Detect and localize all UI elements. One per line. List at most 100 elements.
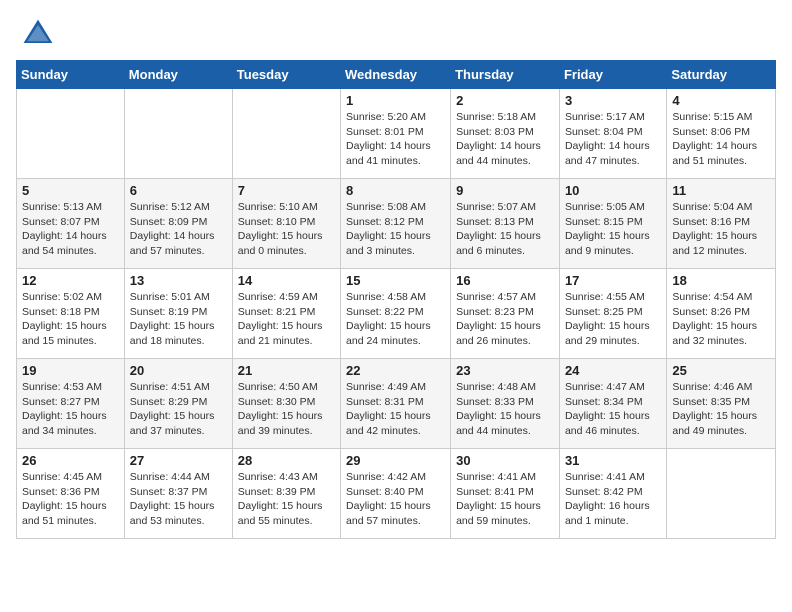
week-row-2: 12 Sunrise: 5:02 AM Sunset: 8:18 PM Dayli… bbox=[17, 269, 776, 359]
day-number: 15 bbox=[346, 273, 445, 288]
day-info: Sunrise: 4:44 AM Sunset: 8:37 PM Dayligh… bbox=[130, 470, 227, 529]
day-info: Sunrise: 4:51 AM Sunset: 8:29 PM Dayligh… bbox=[130, 380, 227, 439]
calendar-cell: 12 Sunrise: 5:02 AM Sunset: 8:18 PM Dayli… bbox=[17, 269, 125, 359]
day-number: 27 bbox=[130, 453, 227, 468]
calendar-cell: 11 Sunrise: 5:04 AM Sunset: 8:16 PM Dayli… bbox=[667, 179, 776, 269]
day-number: 24 bbox=[565, 363, 661, 378]
day-info: Sunrise: 5:04 AM Sunset: 8:16 PM Dayligh… bbox=[672, 200, 770, 259]
calendar-cell bbox=[667, 449, 776, 539]
calendar-cell: 21 Sunrise: 4:50 AM Sunset: 8:30 PM Dayli… bbox=[232, 359, 340, 449]
header-day-tuesday: Tuesday bbox=[232, 61, 340, 89]
calendar-cell: 29 Sunrise: 4:42 AM Sunset: 8:40 PM Dayli… bbox=[341, 449, 451, 539]
day-number: 14 bbox=[238, 273, 335, 288]
day-info: Sunrise: 4:53 AM Sunset: 8:27 PM Dayligh… bbox=[22, 380, 119, 439]
day-info: Sunrise: 5:17 AM Sunset: 8:04 PM Dayligh… bbox=[565, 110, 661, 169]
calendar-cell: 8 Sunrise: 5:08 AM Sunset: 8:12 PM Daylig… bbox=[341, 179, 451, 269]
calendar-cell: 9 Sunrise: 5:07 AM Sunset: 8:13 PM Daylig… bbox=[451, 179, 560, 269]
calendar-cell bbox=[232, 89, 340, 179]
calendar-cell: 5 Sunrise: 5:13 AM Sunset: 8:07 PM Daylig… bbox=[17, 179, 125, 269]
day-info: Sunrise: 4:59 AM Sunset: 8:21 PM Dayligh… bbox=[238, 290, 335, 349]
day-number: 23 bbox=[456, 363, 554, 378]
calendar-cell: 25 Sunrise: 4:46 AM Sunset: 8:35 PM Dayli… bbox=[667, 359, 776, 449]
calendar-cell: 22 Sunrise: 4:49 AM Sunset: 8:31 PM Dayli… bbox=[341, 359, 451, 449]
calendar-cell: 24Sunrise: 4:47 AM Sunset: 8:34 PM Dayli… bbox=[559, 359, 666, 449]
day-info: Sunrise: 5:07 AM Sunset: 8:13 PM Dayligh… bbox=[456, 200, 554, 259]
calendar-cell: 10Sunrise: 5:05 AM Sunset: 8:15 PM Dayli… bbox=[559, 179, 666, 269]
day-info: Sunrise: 5:20 AM Sunset: 8:01 PM Dayligh… bbox=[346, 110, 445, 169]
day-number: 9 bbox=[456, 183, 554, 198]
calendar-cell: 13 Sunrise: 5:01 AM Sunset: 8:19 PM Dayli… bbox=[124, 269, 232, 359]
day-number: 4 bbox=[672, 93, 770, 108]
day-number: 3 bbox=[565, 93, 661, 108]
day-info: Sunrise: 5:13 AM Sunset: 8:07 PM Dayligh… bbox=[22, 200, 119, 259]
day-number: 19 bbox=[22, 363, 119, 378]
day-number: 8 bbox=[346, 183, 445, 198]
day-number: 20 bbox=[130, 363, 227, 378]
page-header bbox=[16, 16, 776, 52]
calendar-cell: 7 Sunrise: 5:10 AM Sunset: 8:10 PM Daylig… bbox=[232, 179, 340, 269]
day-number: 13 bbox=[130, 273, 227, 288]
calendar-cell: 30Sunrise: 4:41 AM Sunset: 8:41 PM Dayli… bbox=[451, 449, 560, 539]
day-info: Sunrise: 4:50 AM Sunset: 8:30 PM Dayligh… bbox=[238, 380, 335, 439]
day-number: 10 bbox=[565, 183, 661, 198]
calendar-cell: 6 Sunrise: 5:12 AM Sunset: 8:09 PM Daylig… bbox=[124, 179, 232, 269]
calendar-cell: 28 Sunrise: 4:43 AM Sunset: 8:39 PM Dayli… bbox=[232, 449, 340, 539]
week-row-0: 1 Sunrise: 5:20 AM Sunset: 8:01 PM Daylig… bbox=[17, 89, 776, 179]
calendar-header: SundayMondayTuesdayWednesdayThursdayFrid… bbox=[17, 61, 776, 89]
day-info: Sunrise: 5:08 AM Sunset: 8:12 PM Dayligh… bbox=[346, 200, 445, 259]
day-info: Sunrise: 5:15 AM Sunset: 8:06 PM Dayligh… bbox=[672, 110, 770, 169]
calendar-cell: 18Sunrise: 4:54 AM Sunset: 8:26 PM Dayli… bbox=[667, 269, 776, 359]
calendar-cell: 1 Sunrise: 5:20 AM Sunset: 8:01 PM Daylig… bbox=[341, 89, 451, 179]
header-day-saturday: Saturday bbox=[667, 61, 776, 89]
day-number: 21 bbox=[238, 363, 335, 378]
header-day-sunday: Sunday bbox=[17, 61, 125, 89]
day-number: 16 bbox=[456, 273, 554, 288]
week-row-1: 5 Sunrise: 5:13 AM Sunset: 8:07 PM Daylig… bbox=[17, 179, 776, 269]
calendar-body: 1 Sunrise: 5:20 AM Sunset: 8:01 PM Daylig… bbox=[17, 89, 776, 539]
day-number: 5 bbox=[22, 183, 119, 198]
day-info: Sunrise: 4:43 AM Sunset: 8:39 PM Dayligh… bbox=[238, 470, 335, 529]
day-info: Sunrise: 4:55 AM Sunset: 8:25 PM Dayligh… bbox=[565, 290, 661, 349]
day-info: Sunrise: 5:18 AM Sunset: 8:03 PM Dayligh… bbox=[456, 110, 554, 169]
day-number: 31 bbox=[565, 453, 661, 468]
day-number: 29 bbox=[346, 453, 445, 468]
day-info: Sunrise: 4:58 AM Sunset: 8:22 PM Dayligh… bbox=[346, 290, 445, 349]
day-number: 1 bbox=[346, 93, 445, 108]
day-info: Sunrise: 5:02 AM Sunset: 8:18 PM Dayligh… bbox=[22, 290, 119, 349]
logo-icon bbox=[20, 16, 56, 52]
calendar-table: SundayMondayTuesdayWednesdayThursdayFrid… bbox=[16, 60, 776, 539]
day-info: Sunrise: 5:10 AM Sunset: 8:10 PM Dayligh… bbox=[238, 200, 335, 259]
day-number: 22 bbox=[346, 363, 445, 378]
calendar-cell: 4 Sunrise: 5:15 AM Sunset: 8:06 PM Daylig… bbox=[667, 89, 776, 179]
day-number: 26 bbox=[22, 453, 119, 468]
header-day-wednesday: Wednesday bbox=[341, 61, 451, 89]
day-info: Sunrise: 4:45 AM Sunset: 8:36 PM Dayligh… bbox=[22, 470, 119, 529]
header-day-friday: Friday bbox=[559, 61, 666, 89]
header-day-monday: Monday bbox=[124, 61, 232, 89]
calendar-cell: 20 Sunrise: 4:51 AM Sunset: 8:29 PM Dayli… bbox=[124, 359, 232, 449]
calendar-cell bbox=[17, 89, 125, 179]
calendar-cell: 31Sunrise: 4:41 AM Sunset: 8:42 PM Dayli… bbox=[559, 449, 666, 539]
day-info: Sunrise: 5:12 AM Sunset: 8:09 PM Dayligh… bbox=[130, 200, 227, 259]
day-number: 28 bbox=[238, 453, 335, 468]
day-number: 18 bbox=[672, 273, 770, 288]
calendar-cell: 27 Sunrise: 4:44 AM Sunset: 8:37 PM Dayli… bbox=[124, 449, 232, 539]
calendar-cell: 16 Sunrise: 4:57 AM Sunset: 8:23 PM Dayli… bbox=[451, 269, 560, 359]
calendar-cell: 19 Sunrise: 4:53 AM Sunset: 8:27 PM Dayli… bbox=[17, 359, 125, 449]
header-row: SundayMondayTuesdayWednesdayThursdayFrid… bbox=[17, 61, 776, 89]
day-number: 25 bbox=[672, 363, 770, 378]
day-number: 30 bbox=[456, 453, 554, 468]
day-number: 2 bbox=[456, 93, 554, 108]
calendar-cell: 15 Sunrise: 4:58 AM Sunset: 8:22 PM Dayli… bbox=[341, 269, 451, 359]
day-number: 12 bbox=[22, 273, 119, 288]
day-info: Sunrise: 4:42 AM Sunset: 8:40 PM Dayligh… bbox=[346, 470, 445, 529]
day-info: Sunrise: 4:57 AM Sunset: 8:23 PM Dayligh… bbox=[456, 290, 554, 349]
day-info: Sunrise: 5:01 AM Sunset: 8:19 PM Dayligh… bbox=[130, 290, 227, 349]
day-number: 7 bbox=[238, 183, 335, 198]
day-number: 11 bbox=[672, 183, 770, 198]
day-info: Sunrise: 4:46 AM Sunset: 8:35 PM Dayligh… bbox=[672, 380, 770, 439]
day-info: Sunrise: 4:49 AM Sunset: 8:31 PM Dayligh… bbox=[346, 380, 445, 439]
logo bbox=[16, 16, 56, 52]
day-number: 6 bbox=[130, 183, 227, 198]
calendar-cell: 23Sunrise: 4:48 AM Sunset: 8:33 PM Dayli… bbox=[451, 359, 560, 449]
